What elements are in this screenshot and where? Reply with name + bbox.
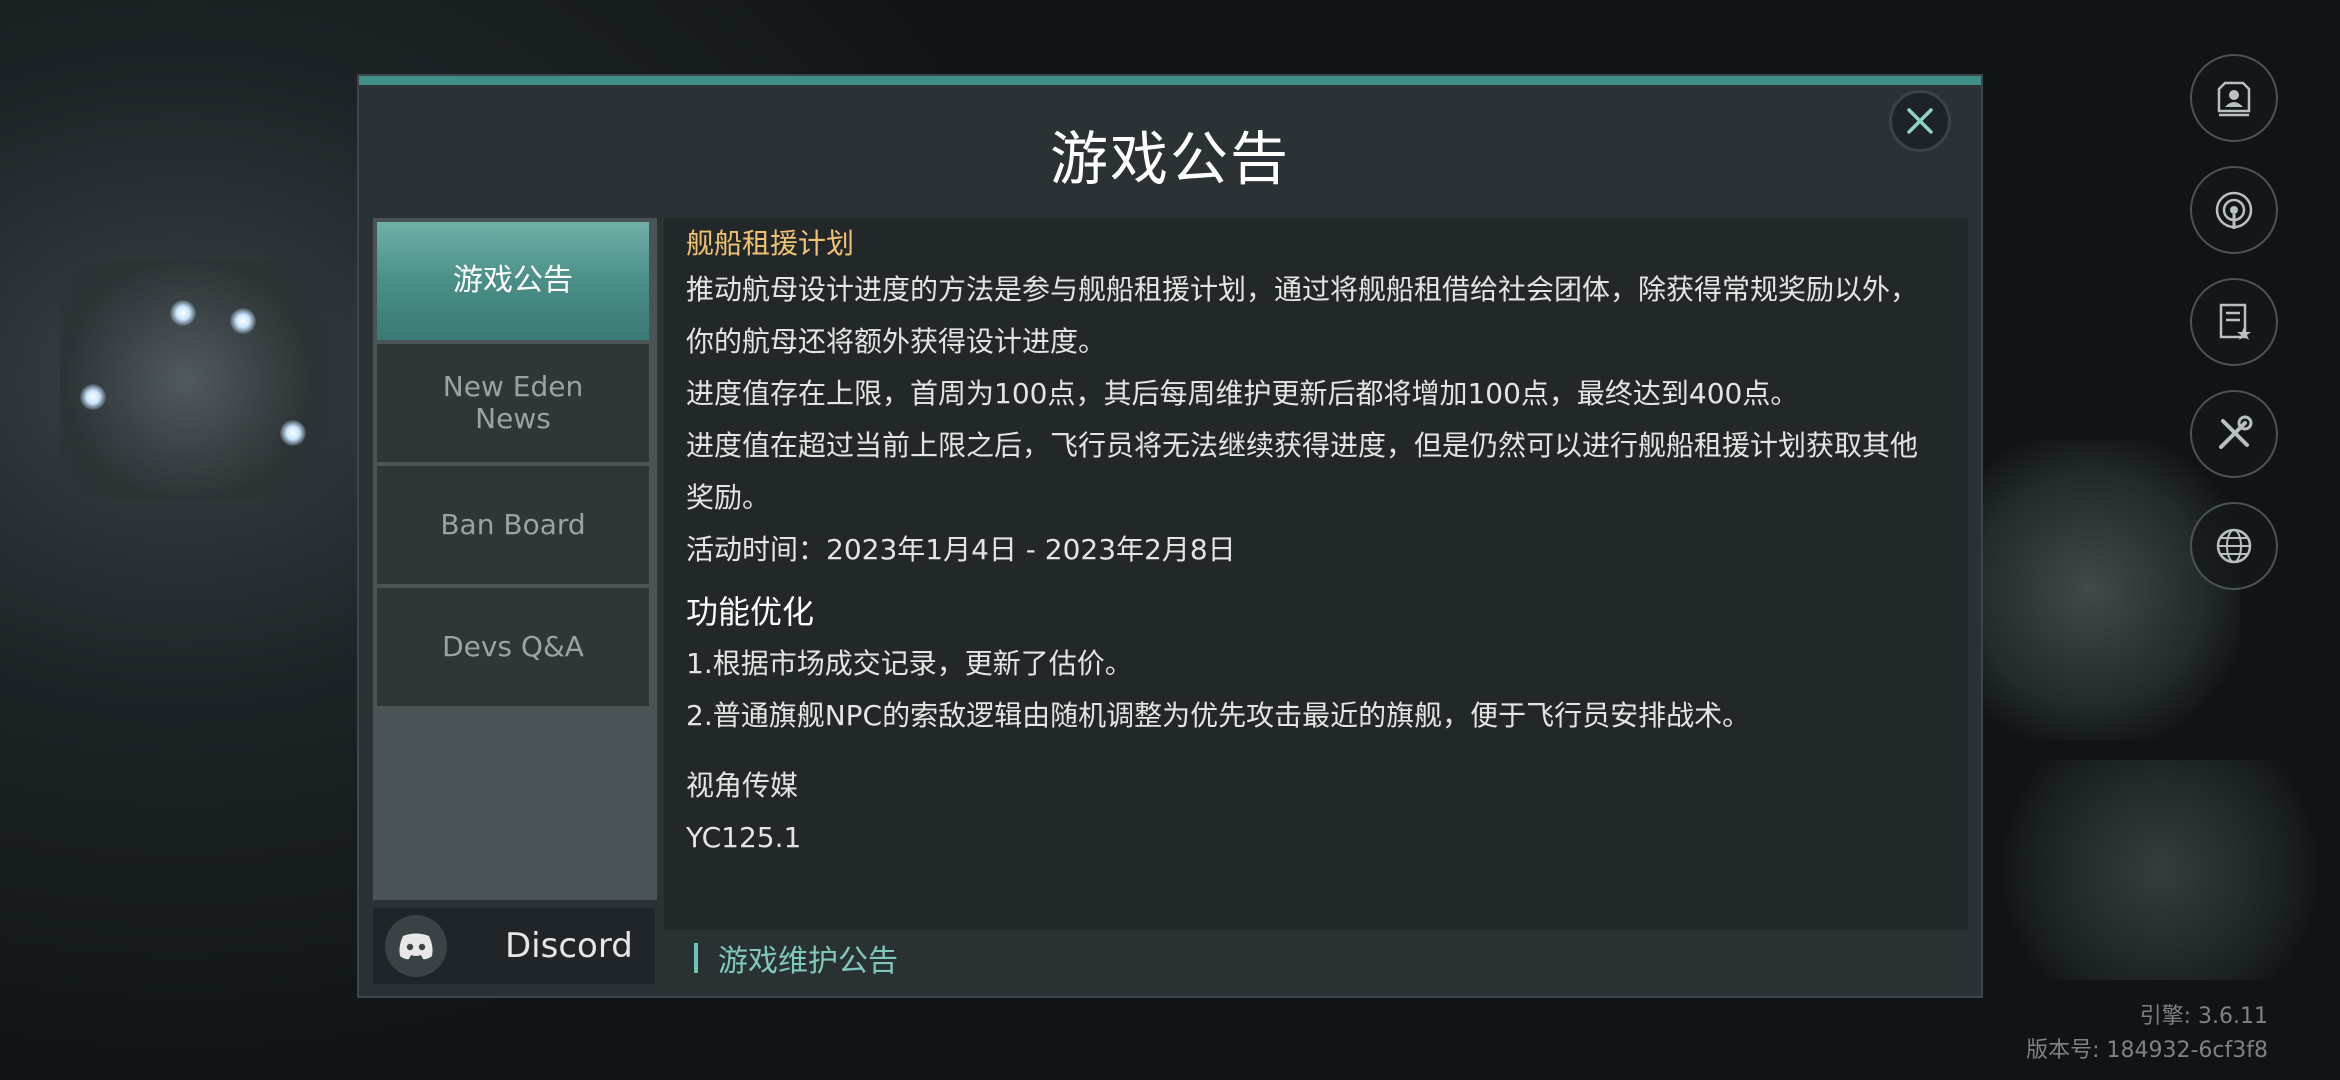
- signal-icon: [2215, 191, 2253, 229]
- background-ship-right: [1940, 440, 2240, 740]
- nav-item-devs-qa[interactable]: Devs Q&A: [377, 588, 649, 706]
- profile-icon: [2217, 81, 2251, 117]
- announcement-nav: 游戏公告 New Eden News Ban Board Devs Q&A: [373, 218, 657, 900]
- article-signature: 视角传媒: [686, 769, 799, 802]
- discord-label: Discord: [505, 926, 633, 966]
- background-light: [170, 300, 196, 326]
- tools-button[interactable]: [2190, 390, 2278, 478]
- nav-item-game-announcement[interactable]: 游戏公告: [377, 222, 649, 340]
- background-light: [280, 420, 306, 446]
- list-item: 2.普通旗舰NPC的索敌逻辑由随机调整为优先攻击最近的旗舰，便于飞行员安排战术。: [686, 699, 1751, 732]
- section-title: 功能优化: [686, 593, 815, 631]
- article-paragraph: 推动航母设计进度的方法是参与舰船租援计划，通过将舰船租借给社会团体，除获得常规奖…: [686, 273, 1919, 358]
- article-paragraph: 进度值存在上限，首周为100点，其后每周维护更新后都将增加100点，最终达到40…: [686, 377, 1799, 410]
- article-paragraph: 进度值在超过当前上限之后，飞行员将无法继续获得进度，但是仍然可以进行舰船租援计划…: [686, 429, 1919, 514]
- dialog-accent-bar: [359, 76, 1981, 85]
- signal-button[interactable]: [2190, 166, 2278, 254]
- close-button[interactable]: [1889, 90, 1951, 152]
- announcement-dialog: 游戏公告 游戏公告 New Eden News Ban Board Devs Q…: [357, 74, 1983, 998]
- list-item: 1.根据市场成交记录，更新了估价。: [686, 647, 1133, 680]
- tools-icon: [2219, 415, 2253, 449]
- background-ship-right-lower: [1990, 760, 2330, 980]
- nav-item-ban-board[interactable]: Ban Board: [377, 466, 649, 584]
- discord-icon: [385, 915, 447, 977]
- announcement-content[interactable]: 舰船租援计划 推动航母设计进度的方法是参与舰船租援计划，通过将舰船租借给社会团体…: [664, 218, 1968, 986]
- dialog-title: 游戏公告: [1049, 125, 1290, 193]
- activity-time: 活动时间：2023年1月4日 - 2023年2月8日: [686, 533, 1236, 566]
- globe-icon: [2216, 528, 2252, 564]
- notes-icon: [2219, 303, 2251, 340]
- next-announcement-label: 游戏维护公告: [718, 944, 898, 979]
- background-light: [80, 384, 106, 410]
- article-heading: 舰船租援计划: [686, 227, 855, 260]
- version-code: YC125.1: [686, 821, 802, 854]
- language-button[interactable]: [2190, 502, 2278, 590]
- profile-button[interactable]: [2190, 54, 2278, 142]
- build-version: 版本号: 184932-6cf3f8: [2026, 1038, 2268, 1063]
- close-icon: [1907, 108, 1933, 134]
- nav-item-new-eden-news[interactable]: New Eden News: [377, 344, 649, 462]
- background-light: [230, 308, 256, 334]
- background-ship-left: [60, 260, 380, 500]
- tab-marker: [694, 943, 698, 973]
- next-announcement-tab[interactable]: 游戏维护公告: [664, 930, 1968, 986]
- notes-button[interactable]: [2190, 278, 2278, 366]
- engine-version: 引擎: 3.6.11: [2139, 1004, 2268, 1029]
- discord-button[interactable]: Discord: [373, 908, 655, 984]
